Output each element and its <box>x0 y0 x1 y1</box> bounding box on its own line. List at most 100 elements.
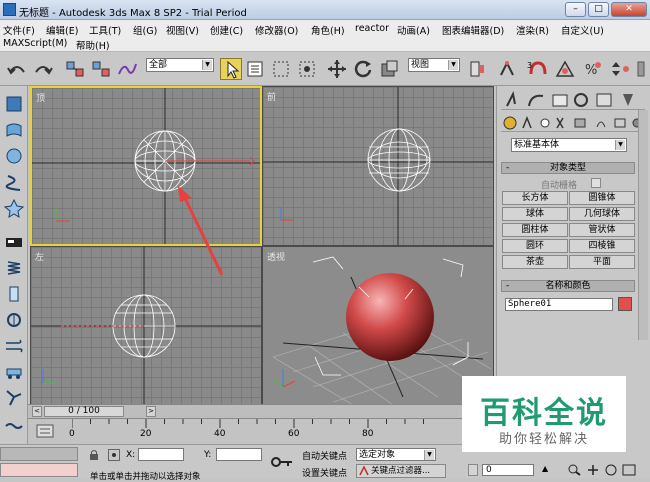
set-key-button[interactable]: 设置关键点 <box>302 466 347 479</box>
object-name-field[interactable]: Sphere01 <box>505 298 613 311</box>
autogrid-checkbox[interactable] <box>591 178 601 188</box>
move-icon[interactable] <box>326 58 348 80</box>
menu-group[interactable]: 组(G) <box>133 23 157 37</box>
soft-body-icon[interactable] <box>4 146 24 166</box>
time-config-icon[interactable] <box>468 464 478 476</box>
menu-maxscript[interactable]: MAXScript(M) <box>3 38 67 49</box>
viewport-front[interactable]: 前 <box>262 86 494 246</box>
set-key-icon[interactable] <box>270 455 294 469</box>
menu-create[interactable]: 创建(C) <box>210 23 243 37</box>
angle-snap-icon[interactable] <box>554 58 576 80</box>
snap-toggle-icon[interactable]: 3 <box>526 58 548 80</box>
tick-label-0: 0 <box>69 429 75 439</box>
spring-icon[interactable] <box>4 258 24 278</box>
link-icon[interactable] <box>64 58 86 80</box>
rope-icon[interactable] <box>4 172 24 192</box>
time-slider[interactable]: < 0 / 100 > <box>28 404 464 418</box>
rotate-icon[interactable] <box>352 58 374 80</box>
tick-label-60: 60 <box>288 429 300 439</box>
tick-label-40: 40 <box>214 429 226 439</box>
teapot-button[interactable]: 茶壶 <box>502 255 568 269</box>
water-icon[interactable] <box>4 414 24 434</box>
command-panel-scrollbar[interactable] <box>638 110 648 340</box>
lock-selection-icon[interactable] <box>88 449 100 461</box>
redo-icon[interactable] <box>32 58 54 80</box>
unlink-icon[interactable] <box>90 58 112 80</box>
plane-icon[interactable] <box>4 232 24 252</box>
y-coord-field[interactable] <box>216 448 262 461</box>
dashpot-icon[interactable] <box>4 284 24 304</box>
window-crossing-icon[interactable] <box>296 58 318 80</box>
pan-icon[interactable] <box>586 464 600 476</box>
select-object-icon[interactable] <box>220 58 242 80</box>
pyramid-button[interactable]: 四棱锥 <box>569 239 635 253</box>
mini-curve-editor-icon[interactable] <box>36 423 54 439</box>
name-color-rollout-header[interactable]: - 名称和颜色 <box>501 280 635 292</box>
app-icon[interactable] <box>3 3 16 16</box>
wind-icon[interactable] <box>4 336 24 356</box>
cylinder-button[interactable]: 圆柱体 <box>502 223 568 237</box>
menu-help[interactable]: 帮助(H) <box>76 38 110 52</box>
auto-key-button[interactable]: 自动关键点 <box>302 449 347 462</box>
sphere-button[interactable]: 球体 <box>502 207 568 221</box>
track-bar[interactable]: 0 20 40 60 80 <box>28 418 464 444</box>
motor-icon[interactable] <box>4 310 24 330</box>
menu-reactor[interactable]: reactor <box>355 23 389 34</box>
current-frame-field[interactable]: 0 <box>482 464 534 476</box>
time-prev-icon[interactable]: < <box>32 406 42 417</box>
bind-spacewarp-icon[interactable] <box>116 58 138 80</box>
object-type-rollout-header[interactable]: - 对象类型 <box>501 162 635 174</box>
rigid-body-icon[interactable] <box>4 94 24 114</box>
close-button[interactable]: ✕ <box>611 2 647 17</box>
box-button[interactable]: 长方体 <box>502 191 568 205</box>
menu-modifiers[interactable]: 修改器(O) <box>255 23 298 37</box>
maxscript-listener[interactable] <box>0 447 78 461</box>
tube-button[interactable]: 管状体 <box>569 223 635 237</box>
key-mode-dropdown[interactable]: 选定对象 ▼ <box>356 448 436 461</box>
key-filters-button[interactable]: 关键点过滤器... <box>356 464 446 478</box>
orbit-icon[interactable] <box>604 464 618 476</box>
menu-edit[interactable]: 编辑(E) <box>46 23 78 37</box>
selection-filter-value: 全部 <box>149 60 168 70</box>
toy-car-icon[interactable] <box>4 362 24 382</box>
scale-icon[interactable] <box>378 58 400 80</box>
deforming-mesh-icon[interactable] <box>3 198 25 218</box>
category-dropdown[interactable]: 标准基本体 ▼ <box>511 138 627 152</box>
absolute-mode-icon[interactable] <box>108 449 120 461</box>
menu-rendering[interactable]: 渲染(R) <box>516 23 549 37</box>
cone-button[interactable]: 圆锥体 <box>569 191 635 205</box>
maximize-viewport-icon[interactable] <box>622 464 636 476</box>
fracture-icon[interactable] <box>4 388 24 408</box>
zoom-icon[interactable] <box>568 464 582 476</box>
maximize-button[interactable]: □ <box>588 2 609 17</box>
viewport-perspective[interactable]: 透视 <box>262 246 494 406</box>
minimize-button[interactable]: – <box>565 2 586 17</box>
spinner-snap-icon[interactable] <box>610 58 632 80</box>
object-color-swatch[interactable] <box>618 297 632 311</box>
toolbar-more-icon[interactable] <box>636 58 648 80</box>
menu-views[interactable]: 视图(V) <box>166 23 199 37</box>
menu-file[interactable]: 文件(F) <box>3 23 35 37</box>
geosphere-button[interactable]: 几何球体 <box>569 207 635 221</box>
maxscript-mini-listener[interactable] <box>0 463 78 477</box>
ref-coord-dropdown[interactable]: 视图 ▼ <box>408 58 460 72</box>
time-slider-thumb[interactable]: 0 / 100 <box>44 406 124 417</box>
menu-character[interactable]: 角色(H) <box>311 23 345 37</box>
undo-icon[interactable] <box>6 58 28 80</box>
x-coord-field[interactable] <box>138 448 184 461</box>
menu-customize[interactable]: 自定义(U) <box>561 23 604 37</box>
percent-snap-icon[interactable]: % <box>582 58 604 80</box>
menu-tools[interactable]: 工具(T) <box>89 23 121 37</box>
time-next-icon[interactable]: > <box>146 406 156 417</box>
selection-filter-dropdown[interactable]: 全部 ▼ <box>146 58 214 72</box>
frame-spinner-icon[interactable]: ▲ <box>542 464 552 476</box>
rect-select-icon[interactable] <box>270 58 292 80</box>
torus-button[interactable]: 圆环 <box>502 239 568 253</box>
select-by-name-icon[interactable] <box>244 58 266 80</box>
pivot-center-icon[interactable] <box>466 58 488 80</box>
select-manipulate-icon[interactable] <box>496 58 518 80</box>
plane-button[interactable]: 平面 <box>569 255 635 269</box>
menu-graph-editors[interactable]: 图表编辑器(D) <box>442 23 504 37</box>
menu-animation[interactable]: 动画(A) <box>397 23 430 37</box>
cloth-icon[interactable] <box>4 120 24 140</box>
